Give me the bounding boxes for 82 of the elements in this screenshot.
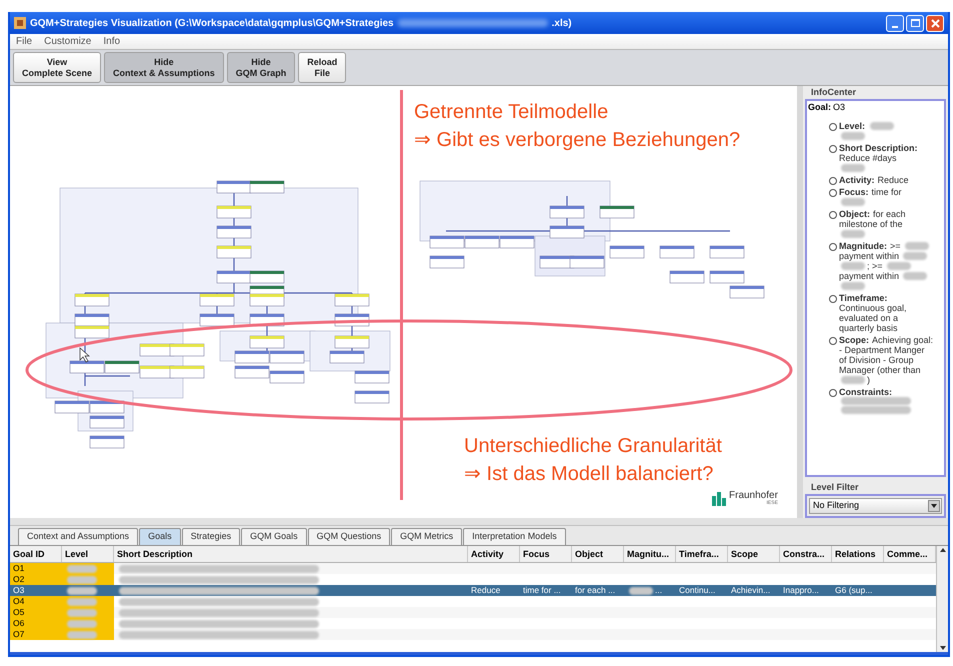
item-label: Focus:	[839, 186, 869, 196]
window-title-end: .xls)	[552, 16, 572, 30]
window-title: GQM+Strategies Visualization (G:\Workspace\data\gqmplus\GQM+Strategies	[30, 16, 394, 30]
table-row[interactable]: O7	[10, 629, 936, 640]
item-value: ; >=	[867, 260, 883, 270]
annotation-text: Unterschiedliche Granularität	[464, 434, 722, 459]
filter-label: Level Filter	[810, 480, 860, 494]
tab[interactable]: Strategies	[182, 528, 240, 545]
menu-item[interactable]: Info	[103, 34, 120, 49]
column-header[interactable]: Goal ID	[10, 546, 62, 562]
item-label: Short Description:	[839, 142, 918, 152]
item-value: time for	[872, 186, 902, 196]
table-cell: O5	[10, 607, 62, 618]
table-cell: O7	[10, 629, 62, 640]
menu-item[interactable]: File	[16, 34, 32, 49]
item-value: Manager (other than	[839, 364, 921, 374]
panel-title: InfoCenter	[810, 86, 857, 99]
item-label: Level:	[839, 120, 866, 130]
column-header[interactable]: Level	[62, 546, 114, 562]
column-header[interactable]: Magnitu...	[624, 546, 676, 562]
table-cell: O1	[10, 563, 62, 574]
table-cell: ...	[655, 585, 662, 596]
table-row[interactable]: O3 Reduce time for ... for each ... ... Continu... Achievin... Inappro... G6 (sup...	[10, 585, 936, 596]
toolbar-button[interactable]: View Complete Scene	[13, 52, 102, 83]
goal-value: O3	[833, 101, 846, 114]
toolbar-button[interactable]: Hide GQM Graph	[226, 52, 296, 83]
item-label: Activity:	[839, 174, 875, 184]
item-label: Magnitude:	[839, 240, 887, 250]
table-cell-text: Inappro...	[782, 585, 820, 596]
item-value: payment within	[839, 250, 900, 260]
table-cell: O6	[10, 618, 62, 629]
annotation-text: Getrennte Teilmodelle	[414, 100, 610, 125]
toolbar-button[interactable]: Reload File	[298, 52, 346, 83]
item-value: evaluated on a	[839, 312, 898, 322]
item-value: Continuous goal,	[839, 302, 907, 312]
item-value: for each	[873, 208, 906, 218]
column-header[interactable]: Relations	[832, 546, 884, 562]
tab[interactable]: GQM Metrics	[391, 528, 462, 545]
table-cell-text: G6 (sup...	[834, 585, 874, 596]
table-row[interactable]: O1	[10, 563, 936, 574]
table-cell: O4	[10, 596, 62, 607]
item-value: - Department Manger	[839, 344, 925, 354]
table-cell-text: O3	[12, 585, 26, 596]
item-value: )	[867, 374, 870, 384]
item-value: quarterly basis	[839, 322, 898, 332]
column-header[interactable]: Constra...	[780, 546, 832, 562]
filter-dropdown[interactable]: No Filtering	[809, 498, 942, 514]
item-value: Achieving goal:	[872, 334, 934, 344]
table-cell-text: Continu...	[678, 585, 716, 596]
column-header[interactable]: Short Description	[114, 546, 468, 562]
item-value: of Division - Group	[839, 354, 914, 364]
item-value: milestone of the	[839, 218, 903, 228]
item-label: Timeframe:	[839, 292, 888, 302]
tab[interactable]: Context and Assumptions	[18, 528, 138, 545]
item-value: Reduce #days	[839, 152, 897, 162]
item-label: Constraints:	[839, 386, 892, 396]
toolbar-button[interactable]: Hide Context & Assumptions	[104, 52, 224, 83]
column-header[interactable]: Scope	[728, 546, 780, 562]
column-header[interactable]: Timefra...	[676, 546, 728, 562]
tab[interactable]: Interpretation Models	[463, 528, 566, 545]
table-cell-text: Achievin...	[730, 585, 772, 596]
goal-label: Goal:	[808, 101, 832, 114]
logo-text: Fraunhofer	[729, 491, 778, 501]
tab[interactable]: Goals	[139, 528, 181, 545]
column-header[interactable]: Activity	[468, 546, 520, 562]
annotation-text: ⇒ Gibt es verborgene Beziehungen?	[414, 128, 740, 153]
table-cell-text: for each ...	[574, 585, 616, 596]
item-value: Reduce	[878, 174, 909, 184]
table-row[interactable]: O5	[10, 607, 936, 618]
annotation-text: ⇒ Ist das Modell balanciert?	[464, 462, 714, 487]
table-cell-text: Reduce	[470, 585, 502, 596]
column-header[interactable]: Object	[572, 546, 624, 562]
item-label: Scope:	[839, 334, 870, 344]
item-value: >=	[890, 240, 901, 250]
item-value: payment within	[839, 270, 900, 280]
tab[interactable]: GQM Goals	[241, 528, 307, 545]
tab[interactable]: GQM Questions	[308, 528, 390, 545]
menu-item[interactable]: Customize	[44, 34, 92, 49]
item-label: Object:	[839, 208, 870, 218]
column-header[interactable]: Focus	[520, 546, 572, 562]
table-cell: O2	[10, 574, 62, 585]
table-cell-text: time for ...	[522, 585, 562, 596]
